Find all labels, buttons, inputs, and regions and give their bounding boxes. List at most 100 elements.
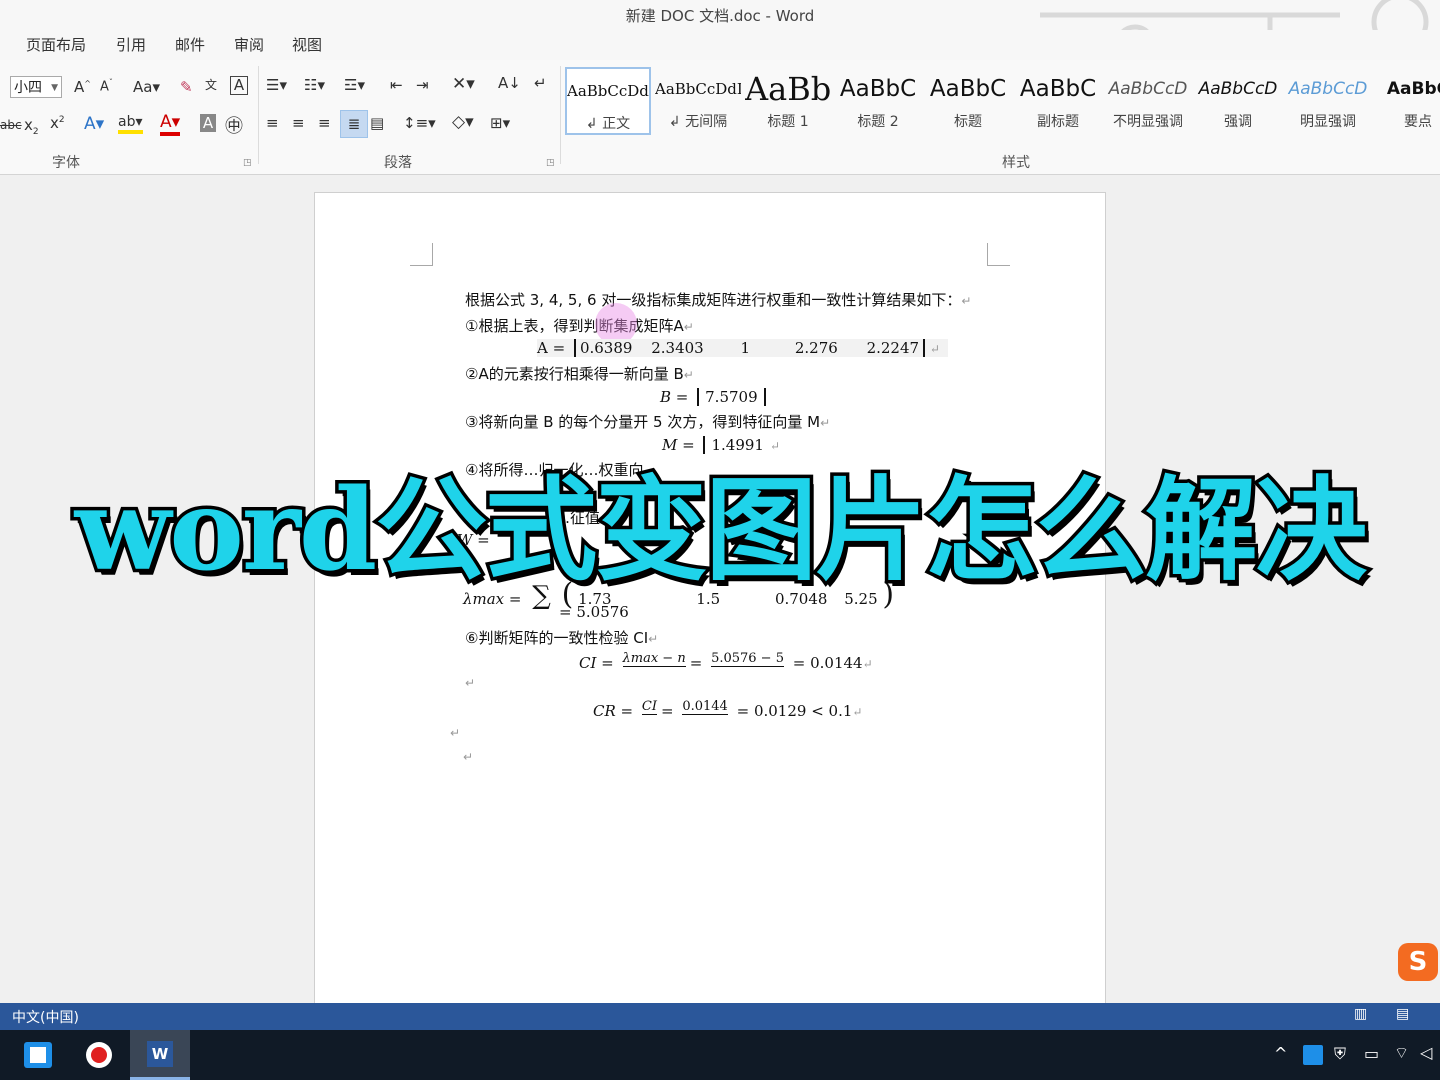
style-heading-2[interactable]: AaBbC 标题 2 bbox=[835, 67, 921, 135]
cr-numerator: CI bbox=[641, 699, 657, 715]
style-name: 不明显强调 bbox=[1113, 114, 1183, 130]
subscript-icon[interactable]: x2 bbox=[24, 116, 39, 137]
style-name: 副标题 bbox=[1037, 114, 1079, 130]
style-subtitle[interactable]: AaBbC 副标题 bbox=[1015, 67, 1101, 135]
cr-numerator: 0.0144 bbox=[682, 699, 728, 715]
vector-b: B = 7.5709 bbox=[660, 388, 766, 406]
matrix-cell: 2.2247 bbox=[866, 339, 926, 357]
empty-paragraph: ↵ bbox=[465, 676, 476, 690]
align-center-icon[interactable]: ≡ bbox=[292, 114, 305, 132]
volume-icon[interactable]: ◁ bbox=[1420, 1043, 1432, 1062]
text-effects-icon[interactable]: A▾ bbox=[84, 114, 104, 134]
style-subtle-emphasis[interactable]: AaBbCcD 不明显强调 bbox=[1105, 67, 1191, 135]
paragraph-group-label: 段落 bbox=[384, 155, 412, 171]
read-mode-icon[interactable]: ▥ bbox=[1354, 1006, 1367, 1022]
paragraph-dialog-launcher-icon[interactable]: ◳ bbox=[546, 158, 555, 168]
document-page[interactable]: 根据公式 3, 4, 5, 6 对一级指标集成矩阵进行权重和一致性计算结果如下：… bbox=[314, 192, 1106, 1014]
cr-result: = 0.0129 < 0.1 bbox=[736, 702, 853, 720]
tray-app-icon[interactable] bbox=[1303, 1045, 1323, 1065]
style-normal[interactable]: AaBbCcDdI ↲ 正文 bbox=[565, 67, 651, 135]
font-size-select[interactable]: 小四 ▼ bbox=[10, 76, 62, 98]
matrix-label: A = bbox=[537, 339, 566, 357]
word-taskbar-icon[interactable]: W bbox=[130, 1030, 190, 1080]
language-status[interactable]: 中文(中国) bbox=[12, 1007, 79, 1027]
grow-font-icon[interactable]: A^ bbox=[74, 78, 91, 96]
style-intense-emphasis[interactable]: AaBbCcD 明显强调 bbox=[1285, 67, 1371, 135]
numbering-icon[interactable]: ☷▾ bbox=[304, 76, 325, 94]
lambda-result: = 5.0576 bbox=[559, 603, 629, 621]
tab-view[interactable]: 视图 bbox=[292, 34, 322, 55]
taskbar: W ^ ⛨ ▭ ⌔ ◁ bbox=[0, 1030, 1440, 1080]
font-dialog-launcher-icon[interactable]: ◳ bbox=[243, 158, 252, 168]
record-icon[interactable] bbox=[70, 1030, 130, 1080]
tray-security-icon[interactable]: ⛨ bbox=[1334, 1044, 1346, 1064]
style-heading-1[interactable]: AaBb 标题 1 bbox=[745, 67, 831, 135]
borders-icon[interactable]: ⊞▾ bbox=[490, 114, 510, 132]
style-preview: AaBbCcD bbox=[1108, 79, 1188, 99]
font-color-icon[interactable]: A▾ bbox=[160, 112, 181, 136]
character-border-icon[interactable]: A bbox=[230, 76, 248, 95]
bullets-icon[interactable]: ☰▾ bbox=[266, 76, 287, 94]
ribbon: 小四 ▼ A^ Aˇ Aa▾ ✎ 文 A abc x2 x2 A▾ ab▾ A▾… bbox=[0, 60, 1440, 175]
shrink-font-icon[interactable]: Aˇ bbox=[100, 78, 113, 94]
tab-references[interactable]: 引用 bbox=[116, 34, 146, 55]
chevron-up-icon[interactable]: ^ bbox=[1274, 1044, 1287, 1063]
clear-format-icon[interactable]: ✎ bbox=[180, 78, 193, 96]
step6-text: ⑥判断矩阵的一致性检验 CI bbox=[465, 629, 649, 647]
matrix-cell: 2.276 bbox=[794, 339, 838, 357]
style-name: 强调 bbox=[1224, 114, 1252, 130]
shading-icon[interactable]: ◇▾ bbox=[452, 112, 474, 132]
doc-paragraph-step1: ①根据上表，得到判断集成矩阵A↵ bbox=[465, 317, 694, 335]
sogou-ime-icon[interactable]: S bbox=[1398, 943, 1438, 981]
change-case-icon[interactable]: Aa▾ bbox=[133, 78, 160, 96]
font-size-value: 小四 bbox=[14, 80, 42, 96]
style-name: 标题 1 bbox=[767, 114, 809, 130]
matrix-cell: 0.6389 bbox=[573, 339, 633, 357]
print-layout-icon[interactable]: ▤ bbox=[1396, 1006, 1409, 1022]
strikethrough-icon[interactable]: abc bbox=[0, 118, 22, 132]
increase-indent-icon[interactable]: ⇥ bbox=[416, 76, 429, 94]
wifi-icon[interactable]: ⌔ bbox=[1394, 1043, 1409, 1063]
style-name: ↲ 无间隔 bbox=[668, 114, 728, 130]
style-preview: AaBb bbox=[745, 70, 831, 108]
chinese-layout-icon[interactable]: ✕▾ bbox=[452, 74, 475, 94]
character-shading-icon[interactable]: A bbox=[200, 114, 216, 132]
matrix-cell: 1 bbox=[740, 339, 751, 357]
multilevel-list-icon[interactable]: ☲▾ bbox=[344, 76, 365, 94]
sort-icon[interactable]: A↓ bbox=[498, 74, 521, 92]
vector-b-label: B = bbox=[660, 388, 689, 406]
step1-text: ①根据上表，得到判断集成矩阵A bbox=[465, 317, 684, 335]
justify-icon[interactable]: ≣ bbox=[340, 110, 368, 138]
style-strong[interactable]: AaBbC 要点 bbox=[1375, 67, 1440, 135]
decrease-indent-icon[interactable]: ⇤ bbox=[390, 76, 403, 94]
style-emphasis[interactable]: AaBbCcD 强调 bbox=[1195, 67, 1281, 135]
battery-icon[interactable]: ▭ bbox=[1364, 1044, 1379, 1063]
ci-lhs: CI = bbox=[579, 654, 614, 672]
ci-equation: CI = λmax − n = 5.0576 − 5 = 0.0144↵ bbox=[579, 651, 873, 672]
style-title[interactable]: AaBbC 标题 bbox=[925, 67, 1011, 135]
show-marks-icon[interactable]: ↵ bbox=[534, 74, 547, 92]
doc-paragraph-step6: ⑥判断矩阵的一致性检验 CI↵ bbox=[465, 629, 659, 647]
distributed-icon[interactable]: ▤ bbox=[370, 114, 384, 132]
line-spacing-icon[interactable]: ↕≡▾ bbox=[403, 114, 436, 132]
cr-lhs: CR = bbox=[593, 702, 634, 720]
taskbar-app-icon[interactable] bbox=[8, 1030, 68, 1080]
style-no-spacing[interactable]: AaBbCcDdI ↲ 无间隔 bbox=[655, 67, 741, 135]
doc-paragraph-step2: ②A的元素按行相乘得一新向量 B↵ bbox=[465, 365, 694, 383]
tab-page-layout[interactable]: 页面布局 bbox=[26, 34, 86, 55]
superscript-icon[interactable]: x2 bbox=[50, 114, 65, 132]
matrix-a-row: A = 0.6389 2.3403 1 2.276 2.2247 ↵ bbox=[537, 339, 948, 357]
enclose-characters-icon[interactable]: ㊥ bbox=[225, 112, 243, 138]
intro-text: 根据公式 3, 4, 5, 6 对一级指标集成矩阵进行权重和一致性计算结果如下： bbox=[465, 291, 962, 309]
align-right-icon[interactable]: ≡ bbox=[318, 114, 331, 132]
phonetic-guide-icon[interactable]: 文 bbox=[205, 76, 217, 93]
tab-mailings[interactable]: 邮件 bbox=[175, 34, 205, 55]
doc-paragraph-intro: 根据公式 3, 4, 5, 6 对一级指标集成矩阵进行权重和一致性计算结果如下：… bbox=[465, 291, 972, 309]
highlight-color-icon[interactable]: ab▾ bbox=[118, 114, 143, 134]
tab-review[interactable]: 审阅 bbox=[234, 34, 264, 55]
step3-text: ③将新向量 B 的每个分量开 5 次方，得到特征向量 M bbox=[465, 413, 821, 431]
style-name: 标题 bbox=[954, 114, 982, 130]
cr-equation: CR = CI = 0.0144 = 0.0129 < 0.1↵ bbox=[593, 699, 863, 720]
align-left-icon[interactable]: ≡ bbox=[266, 114, 279, 132]
matrix-cell: 2.3403 bbox=[651, 339, 704, 357]
